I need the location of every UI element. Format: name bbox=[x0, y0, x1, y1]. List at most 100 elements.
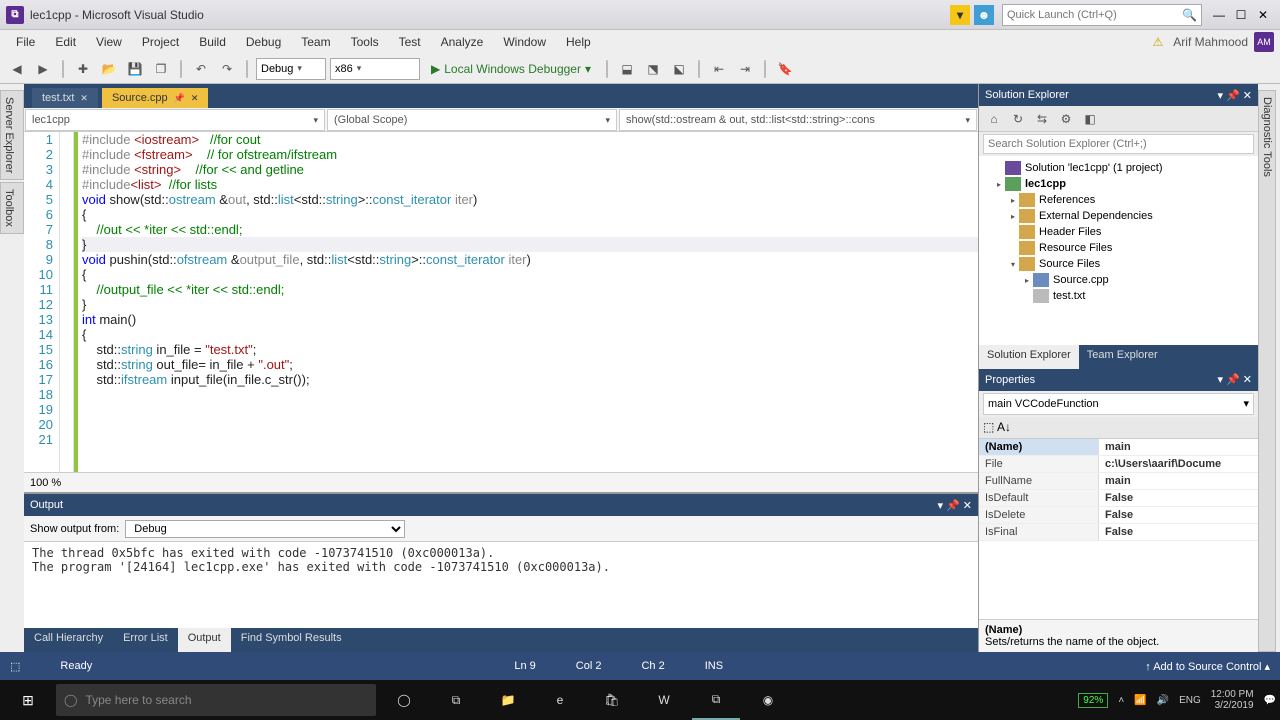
side-tab[interactable]: Team Explorer bbox=[1079, 345, 1166, 369]
config-dropdown[interactable]: Debug bbox=[256, 58, 326, 80]
properties-icon[interactable]: ⚙ bbox=[1055, 108, 1077, 130]
tray-up-icon[interactable]: ˄ bbox=[1118, 695, 1124, 706]
status-bar: ⬚ Ready Ln 9 Col 2 Ch 2 INS ↑ Add to Sou… bbox=[0, 652, 1280, 680]
battery-icon[interactable]: 92% bbox=[1078, 693, 1108, 708]
server-explorer-tab[interactable]: Server Explorer bbox=[0, 90, 24, 180]
menu-view[interactable]: View bbox=[86, 35, 132, 49]
menu-project[interactable]: Project bbox=[132, 35, 189, 49]
editor-tab[interactable]: test.txt ✕ bbox=[32, 88, 98, 108]
nav-fwd-icon[interactable]: ▶ bbox=[32, 58, 54, 80]
bottom-tab[interactable]: Call Hierarchy bbox=[24, 628, 113, 652]
show-all-icon[interactable]: ◧ bbox=[1079, 108, 1101, 130]
cortana-icon[interactable]: ◯ bbox=[380, 680, 428, 720]
menu-test[interactable]: Test bbox=[389, 35, 431, 49]
nav-back-icon[interactable]: ◀ bbox=[6, 58, 28, 80]
bottom-tab[interactable]: Output bbox=[178, 628, 231, 652]
maximize-button[interactable]: ☐ bbox=[1230, 4, 1252, 26]
visual-studio-icon[interactable]: ⧉ bbox=[692, 680, 740, 720]
notification-flag-icon[interactable]: ▾ bbox=[950, 5, 970, 25]
quick-launch-input[interactable]: 🔍 bbox=[1002, 4, 1202, 26]
indent-less-icon[interactable]: ⇤ bbox=[708, 58, 730, 80]
save-all-icon[interactable]: ❐ bbox=[150, 58, 172, 80]
indent-more-icon[interactable]: ⇥ bbox=[734, 58, 756, 80]
scope-project-dropdown[interactable]: lec1cpp bbox=[25, 109, 325, 131]
taskbar-search[interactable]: ◯ Type here to search bbox=[56, 684, 376, 716]
menu-build[interactable]: Build bbox=[189, 35, 236, 49]
signed-in-user[interactable]: Arif Mahmood bbox=[1173, 35, 1248, 49]
user-avatar[interactable]: AM bbox=[1254, 32, 1274, 52]
source-control[interactable]: ↑ Add to Source Control ▴ bbox=[1145, 660, 1270, 673]
volume-icon[interactable]: 🔊 bbox=[1157, 695, 1169, 706]
scope-member-dropdown[interactable]: show(std::ostream & out, std::list<std::… bbox=[619, 109, 977, 131]
language[interactable]: ENG bbox=[1179, 695, 1201, 706]
tree-node[interactable]: ▸Source.cpp bbox=[979, 272, 1258, 288]
solution-search-input[interactable] bbox=[983, 134, 1254, 154]
output-from-dropdown[interactable]: Debug bbox=[125, 520, 405, 538]
step-out-icon[interactable]: ⬕ bbox=[668, 58, 690, 80]
diagnostic-tools-tab[interactable]: Diagnostic Tools bbox=[1258, 90, 1276, 652]
menu-window[interactable]: Window bbox=[493, 35, 556, 49]
output-text[interactable]: The thread 0x5bfc has exited with code -… bbox=[24, 542, 978, 628]
home-icon[interactable]: ⌂ bbox=[983, 108, 1005, 130]
status-col: Col 2 bbox=[576, 660, 602, 672]
edge-icon[interactable]: e bbox=[536, 680, 584, 720]
menu-team[interactable]: Team bbox=[291, 35, 340, 49]
new-project-icon[interactable]: ✚ bbox=[72, 58, 94, 80]
menu-debug[interactable]: Debug bbox=[236, 35, 291, 49]
menu-help[interactable]: Help bbox=[556, 35, 601, 49]
tree-node[interactable]: Solution 'lec1cpp' (1 project) bbox=[979, 160, 1258, 176]
toolbox-tab[interactable]: Toolbox bbox=[0, 182, 24, 234]
start-debug-button[interactable]: ▶ Local Windows Debugger ▾ bbox=[424, 58, 598, 80]
vs-logo-icon: ⧉ bbox=[6, 6, 24, 24]
file-explorer-icon[interactable]: 📁 bbox=[484, 680, 532, 720]
editor-zoom[interactable]: 100 % bbox=[24, 472, 978, 492]
tree-node[interactable]: ▸External Dependencies bbox=[979, 208, 1258, 224]
properties-grid[interactable]: (Name)mainFilec:\Users\aarif\DocumeFullN… bbox=[979, 439, 1258, 620]
editor-tab[interactable]: Source.cpp 📌 ✕ bbox=[102, 88, 208, 108]
properties-selector[interactable]: main VCCodeFunction bbox=[983, 393, 1254, 415]
wifi-icon[interactable]: 📶 bbox=[1134, 695, 1146, 706]
close-button[interactable]: ✕ bbox=[1252, 4, 1274, 26]
open-icon[interactable]: 📂 bbox=[98, 58, 120, 80]
status-ready: Ready bbox=[60, 660, 92, 672]
tree-node[interactable]: Header Files bbox=[979, 224, 1258, 240]
menu-tools[interactable]: Tools bbox=[341, 35, 389, 49]
bottom-tab[interactable]: Error List bbox=[113, 628, 178, 652]
refresh-icon[interactable]: ↻ bbox=[1007, 108, 1029, 130]
tree-node[interactable]: test.txt bbox=[979, 288, 1258, 304]
bookmark-icon[interactable]: 🔖 bbox=[774, 58, 796, 80]
store-icon[interactable]: 🛍 bbox=[588, 680, 636, 720]
tree-node[interactable]: Resource Files bbox=[979, 240, 1258, 256]
menu-file[interactable]: File bbox=[6, 35, 45, 49]
tree-node[interactable]: ▸References bbox=[979, 192, 1258, 208]
notifications-icon[interactable]: 💬 bbox=[1264, 695, 1276, 706]
code-editor[interactable]: 123456789101112131415161718192021 #inclu… bbox=[24, 132, 978, 472]
output-from-label: Show output from: bbox=[30, 523, 119, 535]
step-icon[interactable]: ⬓ bbox=[616, 58, 638, 80]
start-button[interactable]: ⊞ bbox=[4, 680, 52, 720]
right-tool-tabs: Diagnostic Tools bbox=[1258, 84, 1280, 652]
save-icon[interactable]: 💾 bbox=[124, 58, 146, 80]
window-title: lec1cpp - Microsoft Visual Studio bbox=[30, 8, 204, 22]
platform-dropdown[interactable]: x86 bbox=[330, 58, 420, 80]
feedback-icon[interactable]: ☻ bbox=[974, 5, 994, 25]
menu-edit[interactable]: Edit bbox=[45, 35, 86, 49]
tree-node[interactable]: ▸lec1cpp bbox=[979, 176, 1258, 192]
sync-icon[interactable]: ⇆ bbox=[1031, 108, 1053, 130]
undo-icon[interactable]: ↶ bbox=[190, 58, 212, 80]
step-over-icon[interactable]: ⬔ bbox=[642, 58, 664, 80]
tree-node[interactable]: ▾Source Files bbox=[979, 256, 1258, 272]
bottom-tab[interactable]: Find Symbol Results bbox=[231, 628, 352, 652]
clock[interactable]: 12:00 PM3/2/2019 bbox=[1211, 689, 1254, 711]
scope-namespace-dropdown[interactable]: (Global Scope) bbox=[327, 109, 617, 131]
minimize-button[interactable]: — bbox=[1208, 4, 1230, 26]
solution-tree[interactable]: Solution 'lec1cpp' (1 project)▸lec1cpp▸R… bbox=[979, 156, 1258, 345]
pin-icon[interactable]: ▾ 📌 ✕ bbox=[937, 499, 972, 512]
obs-icon[interactable]: ◉ bbox=[744, 680, 792, 720]
word-icon[interactable]: W bbox=[640, 680, 688, 720]
redo-icon[interactable]: ↷ bbox=[216, 58, 238, 80]
task-view-icon[interactable]: ⧉ bbox=[432, 680, 480, 720]
menu-analyze[interactable]: Analyze bbox=[431, 35, 494, 49]
side-tab[interactable]: Solution Explorer bbox=[979, 345, 1079, 369]
menu-bar: FileEditViewProjectBuildDebugTeamToolsTe… bbox=[0, 30, 1280, 54]
